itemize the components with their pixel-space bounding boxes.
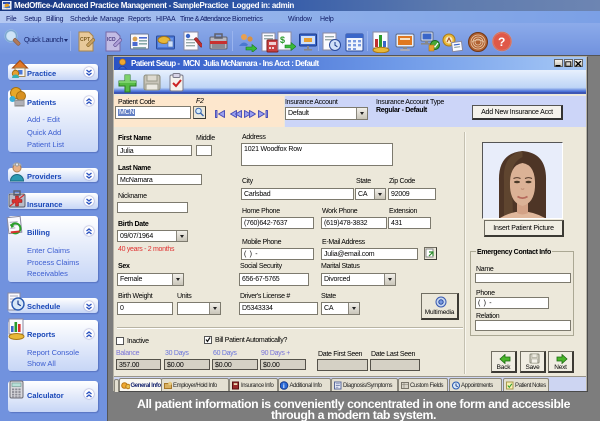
- svg-text:$: $: [280, 35, 285, 45]
- svg-text:CPT: CPT: [80, 37, 90, 43]
- svg-text:?: ?: [498, 35, 505, 49]
- svg-text:ICD: ICD: [107, 37, 116, 43]
